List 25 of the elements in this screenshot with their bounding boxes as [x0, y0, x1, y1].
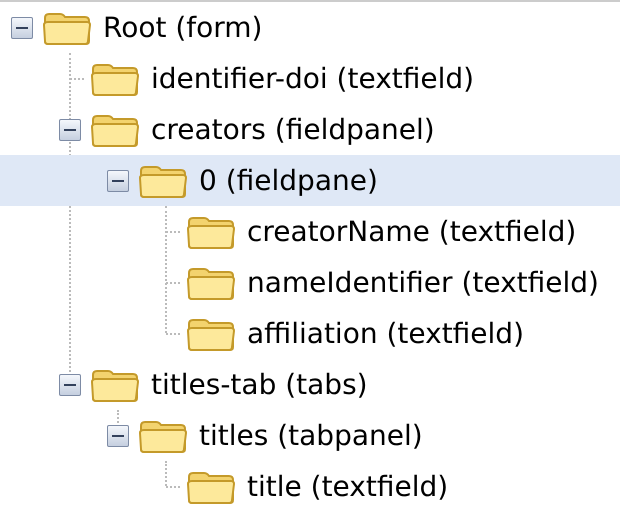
- tree-item[interactable]: affiliation (textfield): [0, 308, 620, 359]
- tree-item[interactable]: identifier-doi (textfield): [0, 53, 620, 104]
- tree-item-label: title (textfield): [247, 472, 448, 500]
- tree-item[interactable]: nameIdentifier (textfield): [0, 257, 620, 308]
- tree-item-label: nameIdentifier (textfield): [247, 268, 599, 296]
- tree-item-label: affiliation (textfield): [247, 320, 524, 348]
- tree-item[interactable]: Root (form): [0, 2, 620, 53]
- collapse-toggle[interactable]: [107, 170, 129, 192]
- tree-item[interactable]: titles-tab (tabs): [0, 359, 620, 410]
- collapse-toggle[interactable]: [59, 118, 81, 140]
- tree-item[interactable]: 0 (fieldpane): [0, 155, 620, 206]
- tree-item-label: titles (tabpanel): [199, 422, 423, 450]
- tree-item[interactable]: titles (tabpanel): [0, 410, 620, 461]
- tree-item[interactable]: title (textfield): [0, 461, 620, 512]
- tree-item[interactable]: creatorName (textfield): [0, 206, 620, 257]
- collapse-toggle[interactable]: [59, 374, 81, 396]
- collapse-toggle[interactable]: [11, 16, 33, 38]
- tree-item-label: identifier-doi (textfield): [151, 64, 474, 92]
- tree-item-label: creators (fieldpanel): [151, 116, 435, 144]
- tree-item[interactable]: creators (fieldpanel): [0, 104, 620, 155]
- collapse-toggle[interactable]: [107, 424, 129, 446]
- tree-item-label: Root (form): [103, 14, 262, 42]
- tree-item-label: 0 (fieldpane): [199, 166, 378, 194]
- tree-item-label: creatorName (textfield): [247, 218, 576, 246]
- tree-item-label: titles-tab (tabs): [151, 370, 368, 398]
